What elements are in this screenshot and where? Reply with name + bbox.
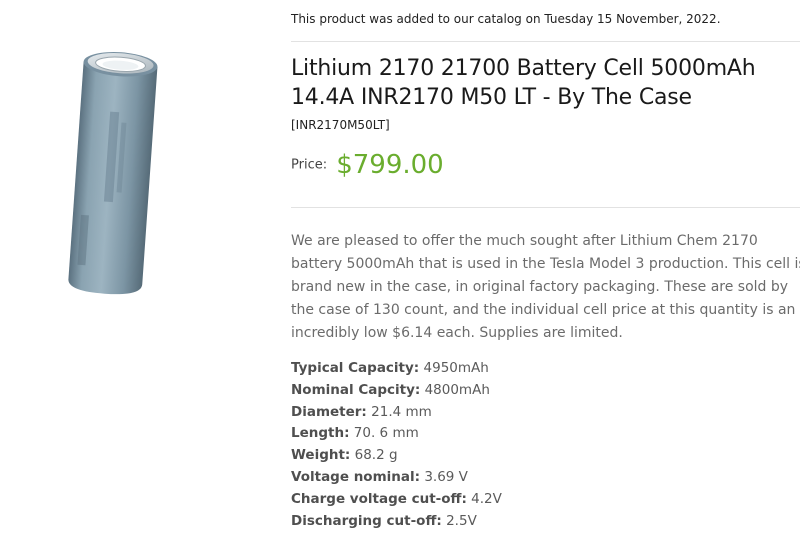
price-row: Price: $799.00 [291, 150, 444, 180]
spec-value: 4800mAh [424, 381, 490, 398]
spec-item: Discharging cut-off: 2.5V [291, 511, 502, 533]
spec-value: 2.5V [446, 512, 477, 529]
divider [291, 207, 800, 208]
product-page: This product was added to our catalog on… [0, 0, 800, 547]
product-image[interactable] [58, 42, 168, 302]
spec-item: Charge voltage cut-off: 4.2V [291, 489, 502, 511]
spec-item: Nominal Capcity: 4800mAh [291, 380, 502, 402]
price-label: Price: [291, 157, 328, 173]
divider [291, 41, 800, 42]
spec-item: Voltage nominal: 3.69 V [291, 467, 502, 489]
spec-value: 21.4 mm [371, 403, 432, 420]
spec-item: Weight: 68.2 g [291, 445, 502, 467]
spec-label: Nominal Capcity: [291, 381, 421, 398]
spec-item: Typical Capacity: 4950mAh [291, 358, 502, 380]
product-title: Lithium 2170 21700 Battery Cell 5000mAh … [291, 56, 756, 110]
spec-item: Length: 70. 6 mm [291, 423, 502, 445]
spec-value: 4950mAh [423, 360, 489, 376]
catalog-added-note: This product was added to our catalog on… [291, 12, 721, 26]
spec-label: Charge voltage cut-off: [291, 490, 467, 507]
spec-label: Discharging cut-off: [291, 512, 442, 529]
spec-label: Typical Capacity: [291, 360, 420, 376]
product-model: [INR2170M50LT] [291, 118, 390, 132]
spec-value: 68.2 g [354, 447, 398, 464]
spec-value: 4.2V [471, 490, 502, 507]
spec-label: Voltage nominal: [291, 468, 421, 485]
spec-label: Length: [291, 425, 350, 442]
spec-label: Diameter: [291, 403, 367, 420]
spec-label: Weight: [291, 447, 351, 464]
spec-list: Typical Capacity: 4950mAh Nominal Capcit… [291, 358, 502, 532]
spec-value: 70. 6 mm [353, 425, 419, 442]
price-value: $799.00 [336, 150, 444, 180]
product-description: We are pleased to offer the much sought … [291, 233, 800, 341]
battery-cell-image [68, 52, 158, 295]
spec-value: 3.69 V [424, 468, 468, 485]
spec-item: Diameter: 21.4 mm [291, 402, 502, 424]
